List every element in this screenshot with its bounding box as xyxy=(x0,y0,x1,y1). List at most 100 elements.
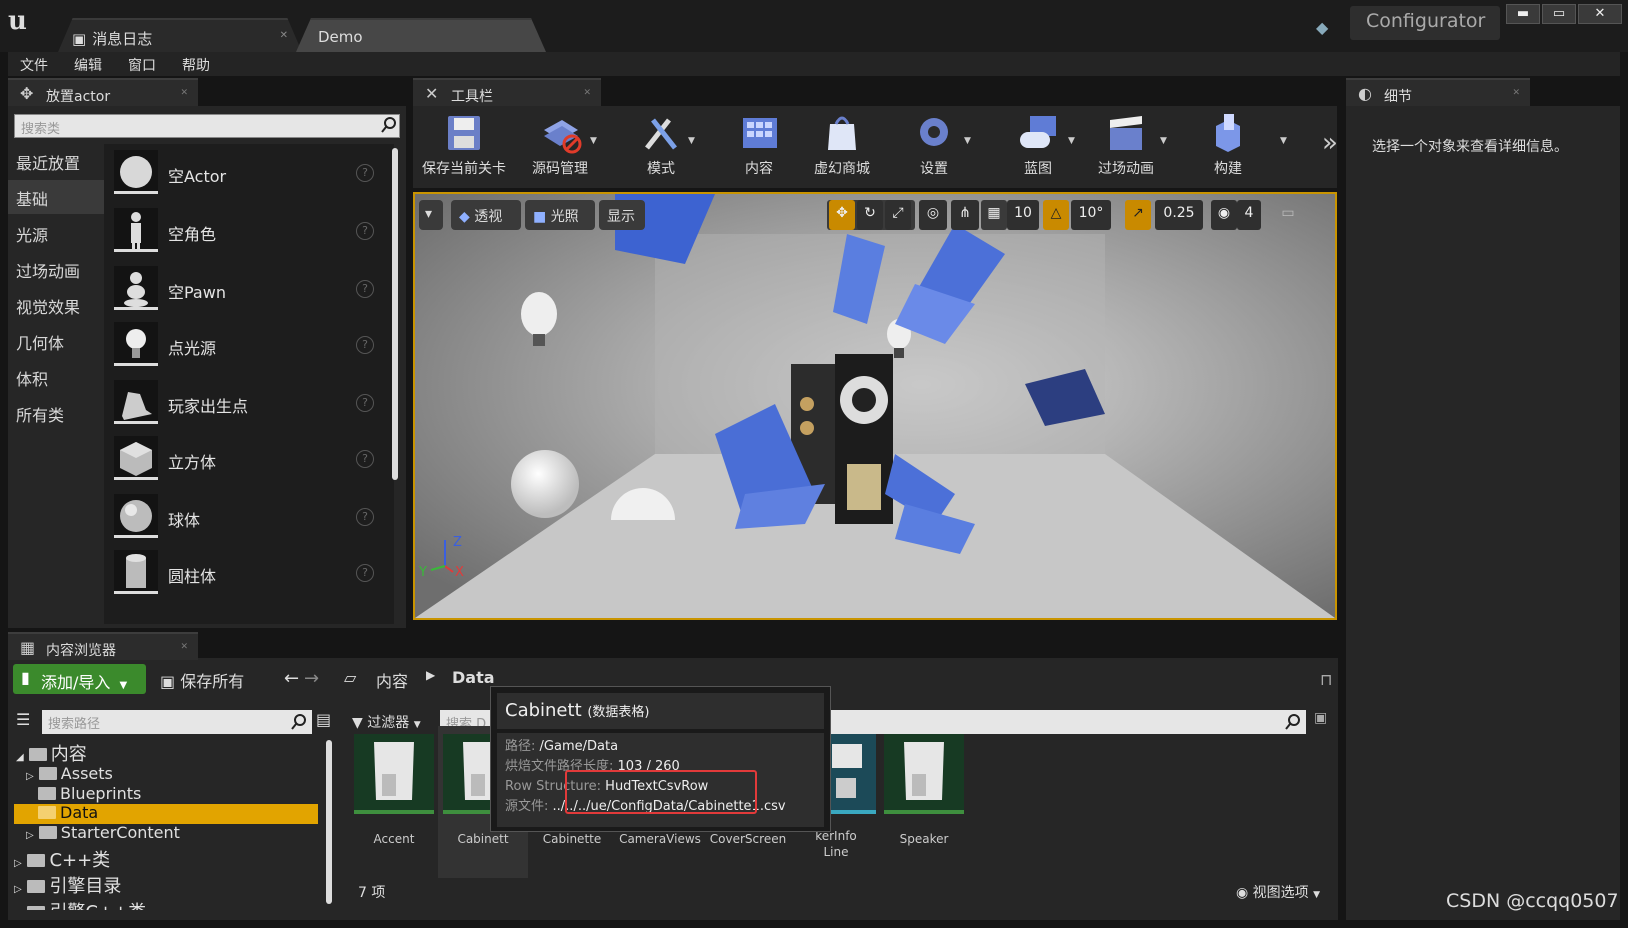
minimize-button[interactable]: ▬ xyxy=(1506,4,1540,24)
help-icon[interactable]: ? xyxy=(356,280,374,298)
lock-icon[interactable]: ⊓ xyxy=(1320,670,1332,689)
actor-list-scrollbar[interactable] xyxy=(392,148,398,480)
tab-close-icon[interactable]: ✕ xyxy=(280,30,288,41)
tab-close-icon[interactable]: ✕ xyxy=(583,88,591,98)
category-geometry[interactable]: 几何体 xyxy=(8,324,104,358)
help-icon[interactable]: ? xyxy=(356,222,374,240)
tree-item-blueprints[interactable]: Blueprints xyxy=(38,784,141,803)
class-search-input[interactable]: 搜索类 xyxy=(14,114,400,138)
search-path-input[interactable]: 搜索路径 xyxy=(42,710,312,734)
chevron-down-icon[interactable]: ▼ xyxy=(964,136,971,146)
view-options-button[interactable]: ◉ 视图选项 ▼ xyxy=(1236,882,1320,902)
tree-item-content[interactable]: ◢ 内容 xyxy=(16,740,87,766)
tab-demo[interactable]: Demo xyxy=(296,18,546,52)
chevron-down-icon[interactable]: ▼ xyxy=(1160,136,1167,146)
actor-empty-character[interactable]: 空角色 ? xyxy=(114,208,382,262)
scale-icon[interactable]: ⤢ xyxy=(885,200,911,230)
help-icon[interactable]: ? xyxy=(356,394,374,412)
category-basic[interactable]: 基础 xyxy=(8,180,104,214)
modes-button[interactable]: 模式 ▼ xyxy=(626,106,696,182)
details-tab[interactable]: ◐ 细节 ✕ xyxy=(1346,78,1530,106)
scale-snap-value[interactable]: 0.25 xyxy=(1155,200,1203,230)
category-visual-effects[interactable]: 视觉效果 xyxy=(8,288,104,322)
content-browser-tab[interactable]: ▦ 内容浏览器 ✕ xyxy=(8,632,198,660)
tree-scrollbar[interactable] xyxy=(326,740,332,904)
scale-snap-icon[interactable]: ↗ xyxy=(1125,200,1151,230)
build-button[interactable]: 构建 ▼ xyxy=(1196,106,1287,182)
help-icon[interactable]: ? xyxy=(356,564,374,582)
surface-snap-icon[interactable]: ⋔ xyxy=(951,200,979,230)
perspective-button[interactable]: ◆ 透视 xyxy=(451,200,521,230)
actor-cube[interactable]: 立方体 ? xyxy=(114,436,382,490)
tree-item-data[interactable]: Data xyxy=(38,803,98,822)
maximize-viewport-icon[interactable]: ▭ xyxy=(1279,200,1297,230)
tree-item-assets[interactable]: ▷ Assets xyxy=(26,764,113,783)
chevron-down-icon[interactable]: ▼ xyxy=(590,136,597,146)
menu-edit[interactable]: 编辑 xyxy=(74,55,102,75)
tree-item-engine-cpp-classes[interactable]: ▷ 引擎C++类 xyxy=(14,898,146,910)
actor-cylinder[interactable]: 圆柱体 ? xyxy=(114,550,382,604)
lighting-button[interactable]: ■ 光照 xyxy=(525,200,595,230)
toolbar-more-button[interactable]: » xyxy=(1322,128,1338,158)
chevron-down-icon[interactable]: ▼ xyxy=(1068,136,1075,146)
menu-window[interactable]: 窗口 xyxy=(128,55,156,75)
category-all-classes[interactable]: 所有类 xyxy=(8,396,104,430)
help-icon[interactable]: ? xyxy=(356,450,374,468)
place-actor-tab[interactable]: ✥ 放置actor ✕ xyxy=(8,78,198,106)
category-recent[interactable]: 最近放置 xyxy=(8,144,104,178)
help-icon[interactable]: ? xyxy=(356,508,374,526)
actor-empty-actor[interactable]: 空Actor ? xyxy=(114,150,382,204)
tab-close-icon[interactable]: ✕ xyxy=(180,88,188,98)
toolbar-tab[interactable]: ✕ 工具栏 ✕ xyxy=(413,78,601,106)
tab-close-icon[interactable]: ✕ xyxy=(180,642,188,652)
tree-item-engine-content[interactable]: ▷ 引擎目录 xyxy=(14,872,121,898)
filter-button[interactable]: ▼ 过滤器 ▼ xyxy=(352,712,421,732)
sources-toggle-icon[interactable]: ☰ xyxy=(16,710,30,729)
save-level-button[interactable]: 保存当前关卡 xyxy=(418,106,510,182)
menu-file[interactable]: 文件 xyxy=(20,55,48,75)
tab-close-icon[interactable]: ✕ xyxy=(1512,88,1520,98)
cinematics-button[interactable]: 过场动画 ▼ xyxy=(1088,106,1167,182)
marketplace-button[interactable]: 虚幻商城 xyxy=(804,106,880,182)
save-search-icon[interactable]: ▣ xyxy=(1314,710,1327,726)
viewport-options-button[interactable]: ▾ xyxy=(419,200,443,230)
tree-item-cpp-classes[interactable]: ▷ C++类 xyxy=(14,846,110,872)
grid-snap-value[interactable]: 10 xyxy=(1007,200,1039,230)
breadcrumb-content[interactable]: 内容 xyxy=(376,668,408,692)
actor-player-start[interactable]: 玩家出生点 ? xyxy=(114,380,382,434)
actor-empty-pawn[interactable]: 空Pawn ? xyxy=(114,266,382,320)
rotation-snap-icon[interactable]: △ xyxy=(1043,200,1069,230)
forward-button[interactable]: → xyxy=(304,668,319,689)
help-icon[interactable]: ? xyxy=(356,336,374,354)
tab-message-log[interactable]: ▣ 消息日志 ✕ xyxy=(58,18,302,52)
help-icon[interactable]: ? xyxy=(356,164,374,182)
source-control-button[interactable]: 源码管理 ▼ xyxy=(522,106,598,182)
level-viewport[interactable]: Z X Y ▾ ◆ 透视 ■ 光照 显示 ✥ ↻ ⤢ ◎ ⋔ ▦ 10 △ 10… xyxy=(413,192,1337,620)
close-button[interactable]: ✕ xyxy=(1578,4,1622,24)
unreal-logo-icon[interactable]: u xyxy=(8,6,40,38)
search-icon[interactable] xyxy=(380,116,398,134)
content-button[interactable]: 内容 xyxy=(726,106,792,182)
camera-speed-icon[interactable]: ◉ xyxy=(1211,200,1237,230)
asset-speaker[interactable]: Speaker xyxy=(884,734,966,880)
rotate-icon[interactable]: ↻ xyxy=(857,200,883,230)
show-button[interactable]: 显示 xyxy=(599,200,645,230)
settings-button[interactable]: 设置 ▼ xyxy=(902,106,971,182)
maximize-button[interactable]: ▭ xyxy=(1542,4,1576,24)
tree-item-starter-content[interactable]: ▷ StarterContent xyxy=(26,823,180,842)
learn-icon[interactable]: ◆ xyxy=(1316,18,1328,37)
world-space-icon[interactable]: ◎ xyxy=(919,200,947,230)
camera-speed-value[interactable]: 4 xyxy=(1237,200,1261,230)
blueprints-button[interactable]: 蓝图 ▼ xyxy=(1006,106,1075,182)
actor-point-light[interactable]: 点光源 ? xyxy=(114,322,382,376)
rotation-snap-value[interactable]: 10° xyxy=(1071,200,1111,230)
grid-snap-icon[interactable]: ▦ xyxy=(981,200,1007,230)
add-import-button[interactable]: ▮ 添加/导入 ▼ xyxy=(13,664,146,694)
category-cinematic[interactable]: 过场动画 xyxy=(8,252,104,286)
search-icon[interactable] xyxy=(1284,713,1302,731)
category-volumes[interactable]: 体积 xyxy=(8,360,104,394)
search-icon[interactable] xyxy=(290,713,308,731)
translate-icon[interactable]: ✥ xyxy=(829,200,855,230)
list-view-icon[interactable]: ▤ xyxy=(316,710,331,729)
chevron-down-icon[interactable]: ▼ xyxy=(688,136,695,146)
